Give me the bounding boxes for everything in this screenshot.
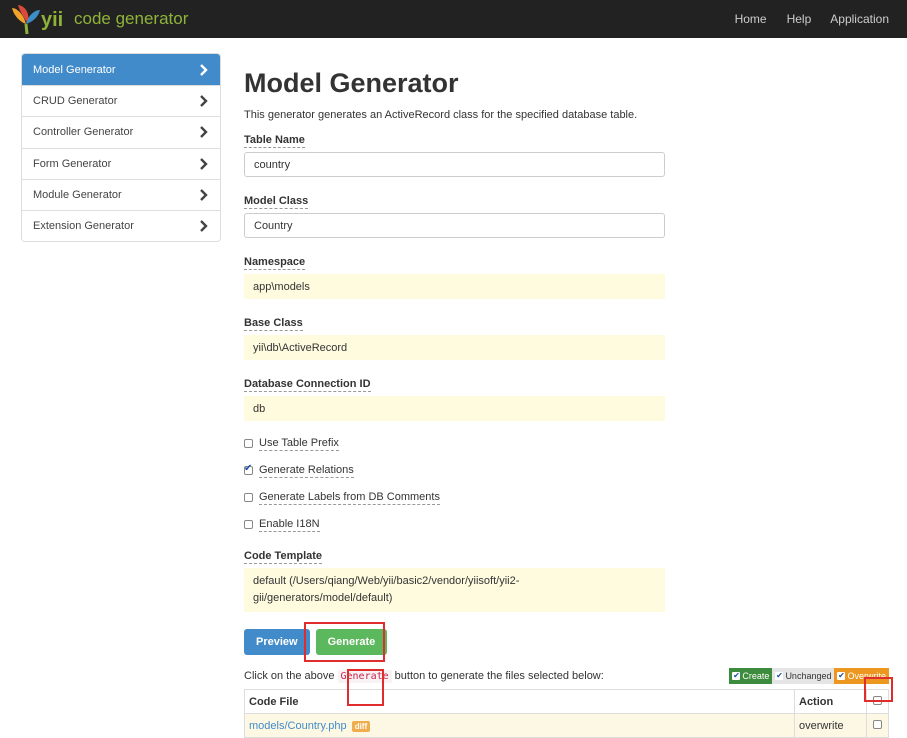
check-icon: ✔ bbox=[837, 671, 846, 680]
checkbox-box[interactable] bbox=[244, 492, 253, 502]
generate-labels-checkbox[interactable]: Generate Labels from DB Comments bbox=[244, 489, 889, 505]
files-table: Code File Action models/Country.php diff… bbox=[244, 689, 889, 738]
legend-create[interactable]: ✔ Create bbox=[729, 668, 773, 684]
db-connection-group: Database Connection ID db bbox=[244, 374, 889, 421]
chevron-right-icon bbox=[200, 95, 208, 108]
db-connection-label: Database Connection ID bbox=[244, 378, 371, 392]
diff-button[interactable]: diff bbox=[351, 720, 371, 732]
checkbox-box[interactable] bbox=[244, 519, 253, 529]
page-title: Model Generator bbox=[244, 68, 459, 98]
nav-link-home[interactable]: Home bbox=[735, 12, 767, 26]
check-icon: ✔ bbox=[732, 671, 741, 680]
sidebar-item-label: Module Generator bbox=[33, 188, 122, 201]
namespace-label: Namespace bbox=[244, 256, 306, 270]
table-header-row: Code File Action bbox=[244, 689, 889, 714]
check-icon: ✔ bbox=[775, 671, 784, 680]
sidebar-item-label: CRUD Generator bbox=[33, 95, 118, 108]
code-template-group: Code Template default (/Users/qiang/Web/… bbox=[244, 546, 889, 612]
sidebar-item-label: Controller Generator bbox=[33, 126, 134, 139]
table-name-input[interactable]: country bbox=[244, 152, 665, 177]
generate-hint: Click on the above Generate button to ge… bbox=[244, 668, 889, 684]
use-table-prefix-checkbox[interactable]: Use Table Prefix bbox=[244, 435, 889, 451]
base-class-label: Base Class bbox=[244, 317, 303, 331]
hint-after: button to generate the files selected be… bbox=[394, 670, 604, 682]
file-link[interactable]: models/Country.php bbox=[249, 720, 347, 732]
chevron-right-icon bbox=[200, 220, 208, 232]
brand-title: code generator bbox=[74, 9, 189, 28]
brand[interactable]: yii code generator bbox=[8, 2, 188, 36]
highlight-box-checkbox bbox=[864, 677, 893, 702]
checkbox-label: Use Table Prefix bbox=[259, 436, 339, 451]
main-content: Model Generator This generator generates… bbox=[244, 66, 889, 738]
generate-relations-checkbox[interactable]: Generate Relations bbox=[244, 462, 889, 478]
highlight-box bbox=[304, 622, 385, 662]
enable-i18n-checkbox[interactable]: Enable I18N bbox=[244, 516, 889, 532]
model-class-label: Model Class bbox=[244, 195, 309, 209]
base-class-input[interactable]: yii\db\ActiveRecord bbox=[244, 335, 665, 360]
chevron-right-icon bbox=[200, 126, 208, 139]
checkbox-label: Enable I18N bbox=[259, 517, 320, 532]
checkbox-box[interactable] bbox=[244, 438, 253, 448]
row-checkbox[interactable] bbox=[873, 719, 882, 729]
checkbox-label: Generate Labels from DB Comments bbox=[259, 490, 440, 505]
code-template-select[interactable]: default (/Users/qiang/Web/yii/basic2/ven… bbox=[244, 568, 665, 612]
code-template-label: Code Template bbox=[244, 550, 323, 564]
chevron-right-icon bbox=[200, 157, 208, 170]
checkbox-box-checked[interactable] bbox=[244, 463, 253, 475]
action-header: Action bbox=[794, 689, 867, 714]
nav-link-application[interactable]: Application bbox=[830, 12, 889, 26]
namespace-group: Namespace app\models bbox=[244, 252, 889, 299]
sidebar-item-model-generator[interactable]: Model Generator bbox=[22, 54, 220, 86]
hint-before: Click on the above bbox=[244, 670, 335, 682]
table-name-label: Table Name bbox=[244, 134, 305, 148]
table-row: models/Country.php diff overwrite bbox=[244, 713, 889, 738]
checkbox-label: Generate Relations bbox=[259, 463, 354, 478]
namespace-input[interactable]: app\models bbox=[244, 274, 665, 299]
model-class-input[interactable]: Country bbox=[244, 213, 665, 238]
page-description: This generator generates an ActiveRecord… bbox=[244, 109, 638, 121]
sidebar-item-form-generator[interactable]: Form Generator bbox=[22, 147, 220, 179]
code-file-header: Code File bbox=[244, 689, 795, 714]
navbar: yii code generator Home Help Application bbox=[0, 0, 907, 38]
sidebar-item-label: Extension Generator bbox=[33, 220, 134, 233]
base-class-group: Base Class yii\db\ActiveRecord bbox=[244, 313, 889, 360]
file-cell: models/Country.php diff bbox=[244, 713, 795, 738]
action-cell: overwrite bbox=[794, 713, 867, 738]
row-select-cell bbox=[866, 713, 889, 738]
highlight-box-diff bbox=[347, 669, 384, 706]
model-class-group: Model Class Country bbox=[244, 191, 889, 238]
nav-link-help[interactable]: Help bbox=[787, 12, 812, 26]
sidebar: Model Generator CRUD Generator Controlle… bbox=[21, 53, 221, 243]
legend-unchanged-label: Unchanged bbox=[785, 671, 832, 681]
legend-unchanged[interactable]: ✔ Unchanged bbox=[772, 668, 835, 684]
sidebar-item-crud-generator[interactable]: CRUD Generator bbox=[22, 85, 220, 117]
chevron-right-icon bbox=[200, 63, 208, 76]
legend-create-label: Create bbox=[742, 671, 770, 681]
sidebar-item-extension-generator[interactable]: Extension Generator bbox=[22, 209, 220, 242]
sidebar-item-label: Form Generator bbox=[33, 157, 112, 170]
yii-logo-icon: yii bbox=[12, 5, 63, 35]
db-connection-input[interactable]: db bbox=[244, 396, 665, 421]
nav-links: Home Help Application bbox=[735, 0, 907, 38]
sidebar-item-controller-generator[interactable]: Controller Generator bbox=[22, 116, 220, 148]
action-buttons: Preview Generate bbox=[244, 622, 889, 662]
logo-text: yii bbox=[41, 9, 63, 31]
preview-button[interactable]: Preview bbox=[244, 629, 310, 655]
sidebar-item-label: Model Generator bbox=[33, 63, 116, 76]
sidebar-item-module-generator[interactable]: Module Generator bbox=[22, 178, 220, 210]
table-name-group: Table Name country bbox=[244, 130, 889, 177]
chevron-right-icon bbox=[200, 188, 208, 201]
